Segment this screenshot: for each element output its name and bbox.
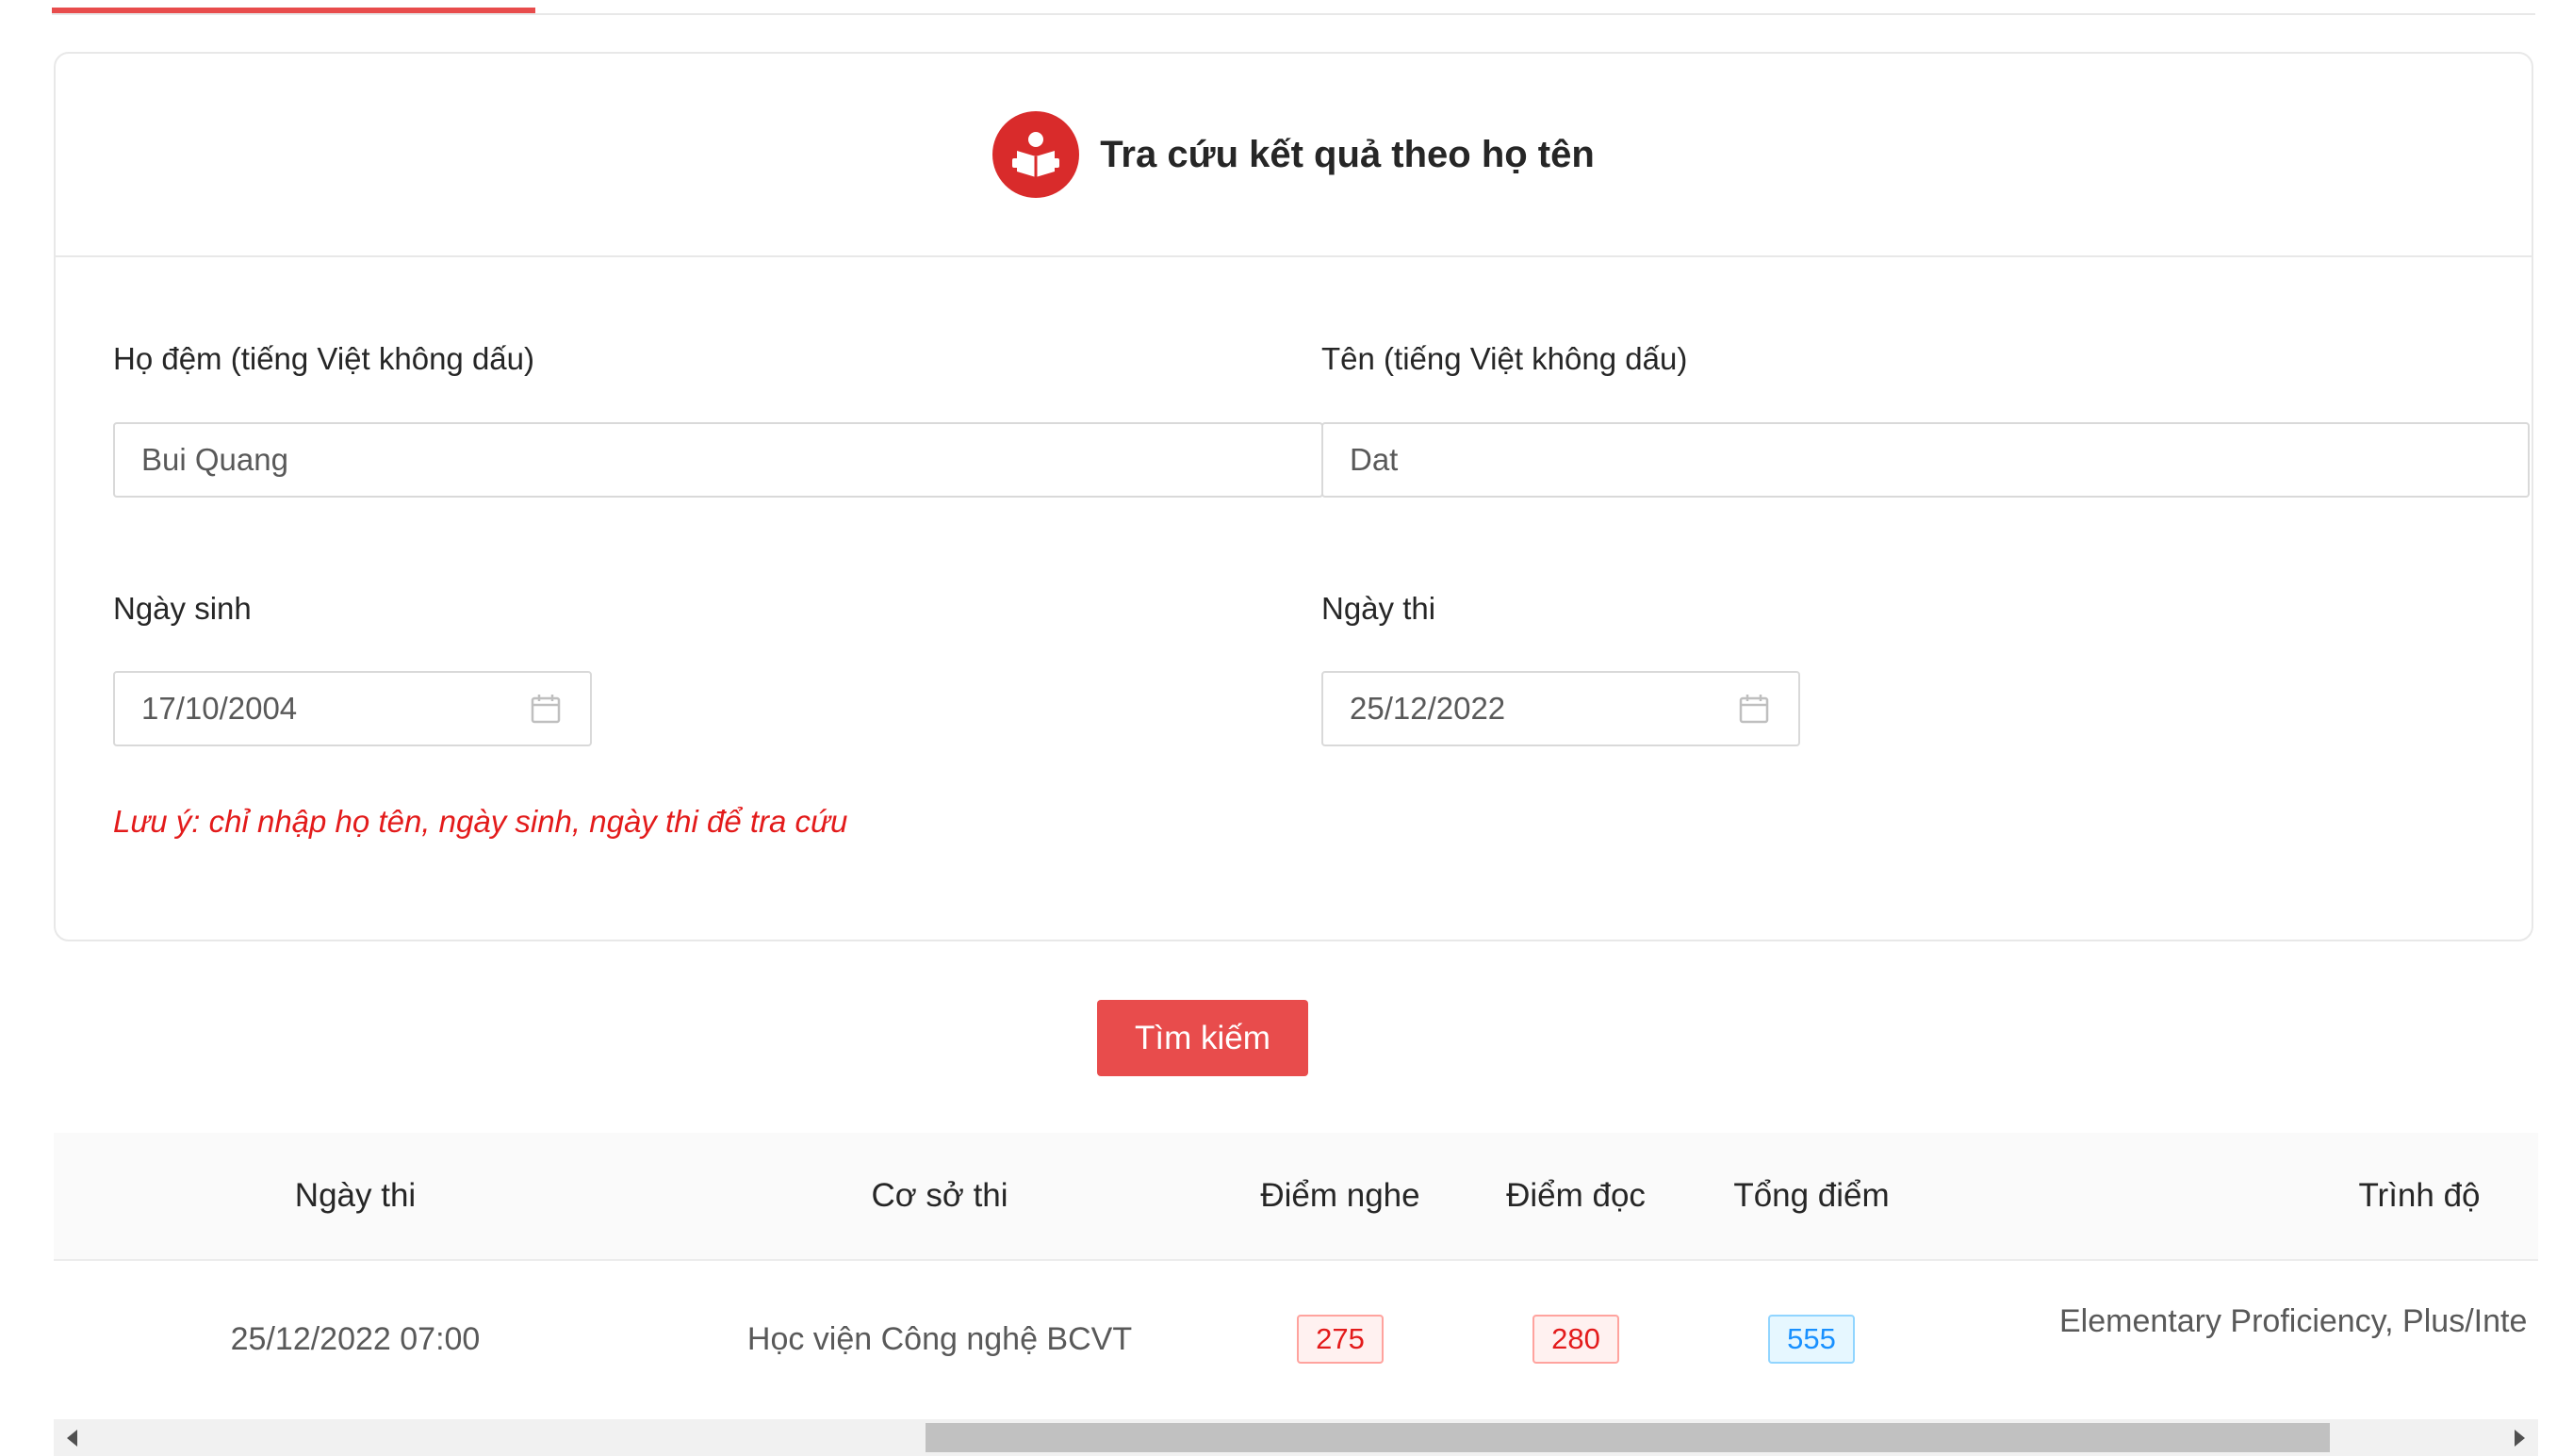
diem-nghe-tag: 275 — [1297, 1315, 1384, 1364]
column-header-ngay-thi[interactable]: Ngày thi — [54, 1133, 657, 1259]
column-header-diem-doc[interactable]: Điểm đọc — [1458, 1133, 1694, 1259]
ngay-sinh-value: 17/10/2004 — [141, 691, 298, 726]
calendar-icon — [531, 695, 561, 724]
ngay-thi-value: 25/12/2022 — [1350, 691, 1506, 726]
column-header-tong-diem[interactable]: Tổng điểm — [1694, 1133, 1929, 1259]
column-header-co-so-thi[interactable]: Cơ sở thi — [657, 1133, 1222, 1259]
reading-book-icon — [992, 111, 1080, 198]
results-table-header: Ngày thi Cơ sở thi Điểm nghe Điểm đọc Tổ… — [54, 1133, 2538, 1261]
cell-diem-nghe: 275 — [1222, 1259, 1458, 1419]
ho-dem-input[interactable]: Bui Quang — [113, 422, 1323, 498]
cell-ngay-thi: 25/12/2022 07:00 — [230, 1320, 481, 1357]
column-header-diem-nghe[interactable]: Điểm nghe — [1222, 1133, 1458, 1259]
search-button[interactable]: Tìm kiếm — [1097, 1000, 1308, 1076]
card-header: Tra cứu kết quả theo họ tên — [56, 54, 2532, 257]
ten-value: Dat — [1350, 442, 1399, 477]
column-header-trinh-do[interactable]: Trình độ — [2071, 1133, 2573, 1259]
calendar-icon — [1739, 695, 1769, 724]
ho-dem-value: Bui Quang — [141, 442, 288, 477]
horizontal-scrollbar[interactable] — [54, 1419, 2538, 1456]
table-row: 25/12/2022 07:00 Học viện Công nghệ BCVT… — [54, 1259, 2538, 1421]
ho-dem-label: Họ đệm (tiếng Việt không dấu) — [113, 341, 534, 376]
cell-trinh-do: Elementary Proficiency, Plus/Inte — [2059, 1303, 2528, 1339]
tab-bar — [52, 0, 2535, 15]
cell-diem-doc: 280 — [1458, 1259, 1694, 1419]
tong-diem-tag: 555 — [1768, 1315, 1855, 1364]
search-card: Tra cứu kết quả theo họ tên Họ đệm (tiến… — [54, 52, 2533, 941]
ngay-thi-datepicker[interactable]: 25/12/2022 — [1321, 671, 1800, 746]
diem-doc-tag: 280 — [1532, 1315, 1619, 1364]
ngay-sinh-datepicker[interactable]: 17/10/2004 — [113, 671, 592, 746]
page-title: Tra cứu kết quả theo họ tên — [1100, 133, 1595, 175]
search-note: Lưu ý: chỉ nhập họ tên, ngày sinh, ngày … — [113, 804, 848, 839]
scrollbar-thumb[interactable] — [926, 1423, 2330, 1452]
ngay-sinh-label: Ngày sinh — [113, 591, 252, 626]
scroll-left-arrow-icon[interactable] — [67, 1430, 77, 1447]
active-tab-indicator — [52, 8, 535, 13]
scroll-right-arrow-icon[interactable] — [2515, 1430, 2525, 1447]
cell-co-so-thi: Học viện Công nghệ BCVT — [746, 1320, 1133, 1357]
cell-tong-diem: 555 — [1694, 1259, 1929, 1419]
ten-input[interactable]: Dat — [1321, 422, 2530, 498]
ngay-thi-label: Ngày thi — [1321, 591, 1436, 626]
ten-label: Tên (tiếng Việt không dấu) — [1321, 341, 1688, 376]
